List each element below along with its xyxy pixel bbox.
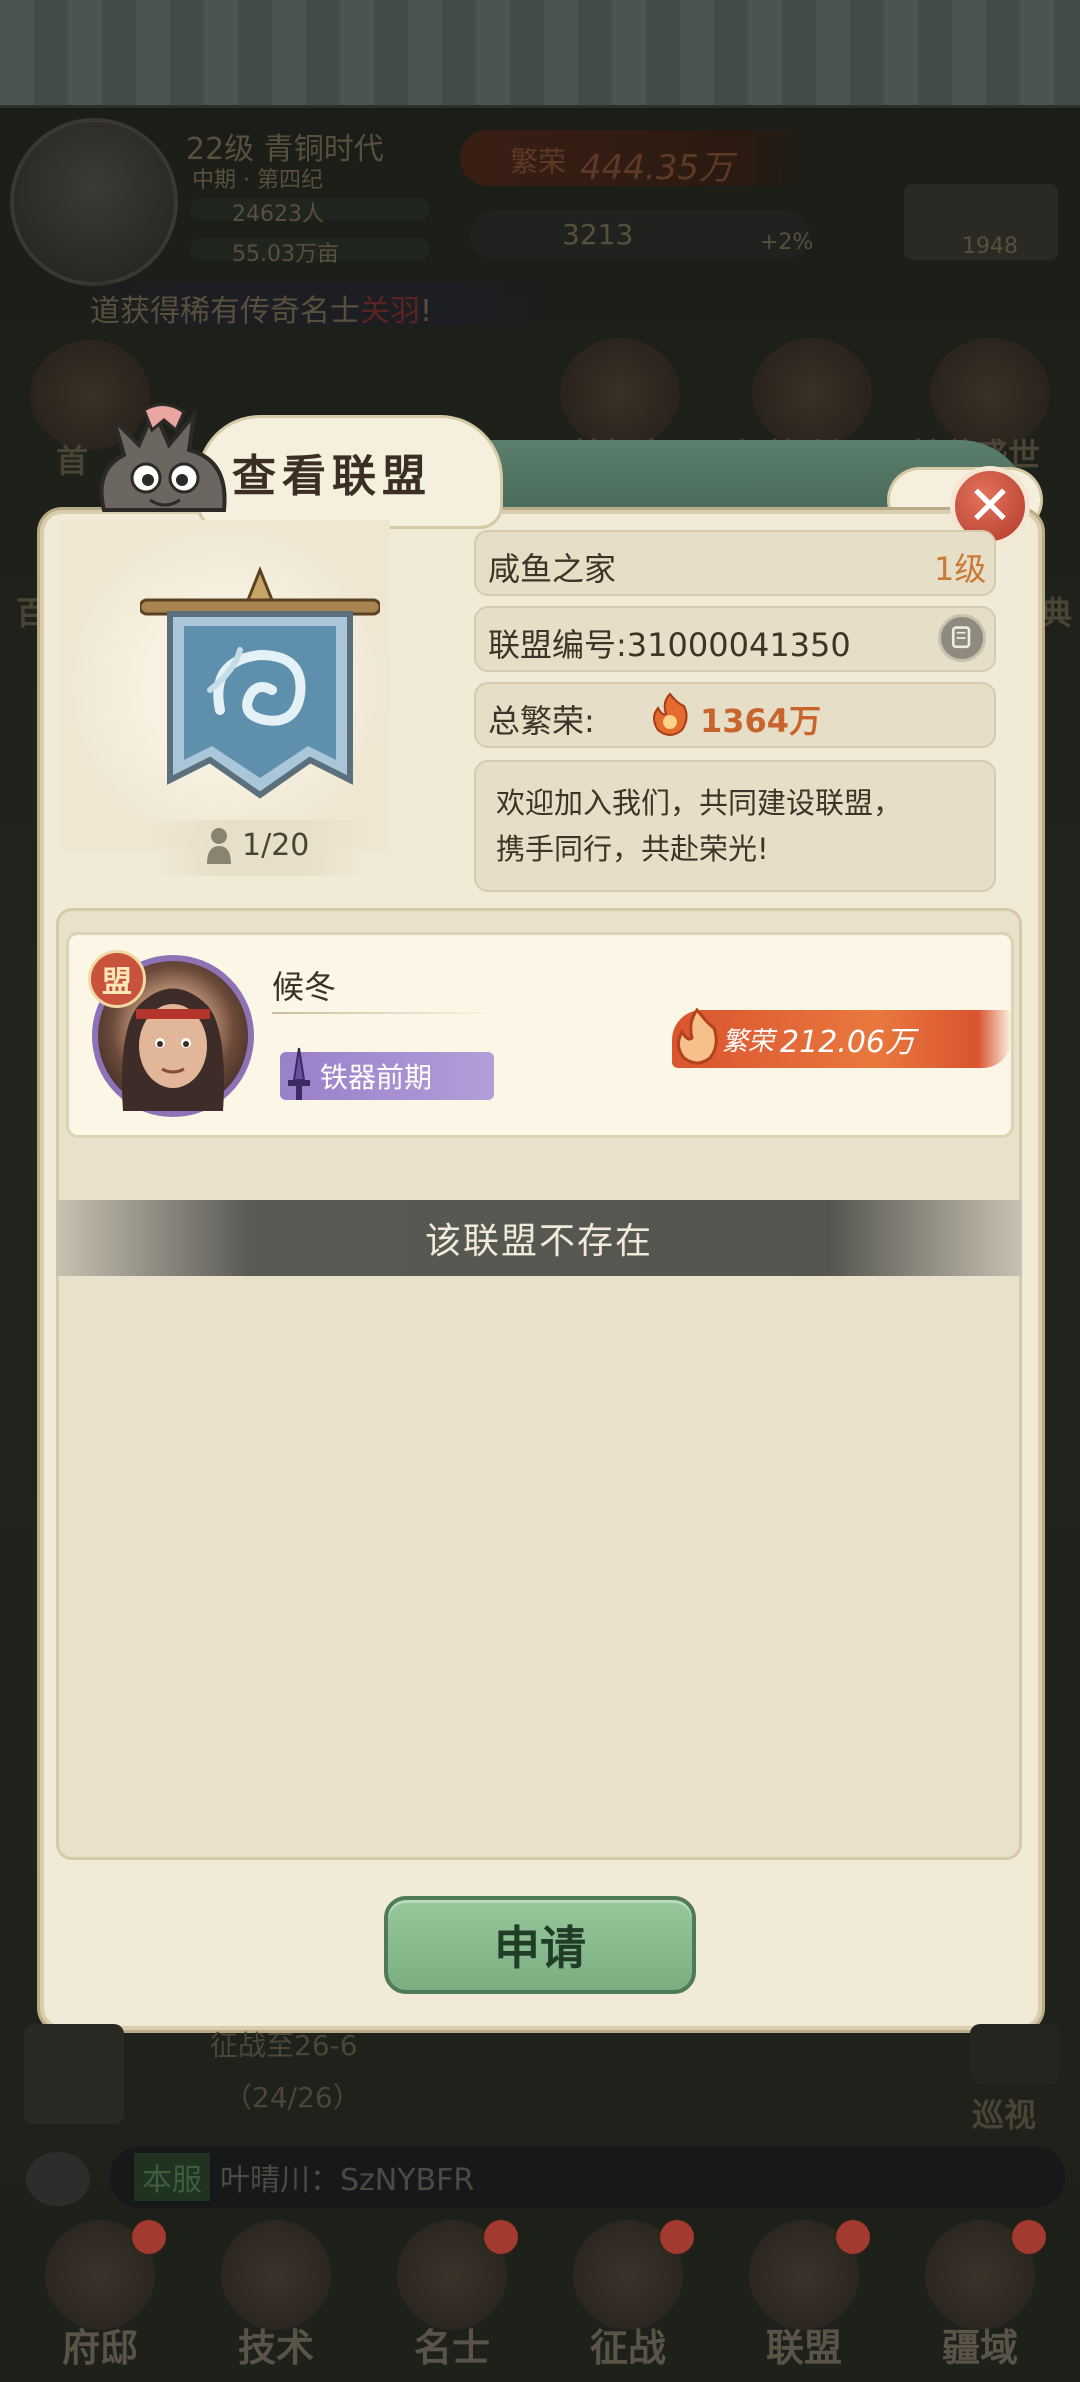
- dragon-mascot-icon: [99, 403, 227, 512]
- resource-bar: [470, 210, 810, 260]
- nav-technology[interactable]: 技术: [196, 2220, 356, 2382]
- notification-dot: [484, 2220, 518, 2254]
- notification-dot: [132, 2220, 166, 2254]
- member-name: 候冬: [272, 968, 337, 1006]
- land-value: 55.03万亩: [232, 242, 339, 267]
- prosperity-value-top: 444.35万: [580, 148, 733, 188]
- patrol-label: 巡视: [972, 2096, 1037, 2134]
- player-avatar[interactable]: [10, 118, 178, 286]
- chat-channel: 本服: [134, 2153, 210, 2201]
- prosperity-flame-icon: [653, 692, 688, 736]
- alliance-id-value: 31000041350: [626, 626, 851, 664]
- chat-bar[interactable]: 本服 叶晴川：SzNYBFR: [110, 2146, 1065, 2208]
- alliance-name: 咸鱼之家: [488, 550, 617, 588]
- member-prosperity-tag: 繁荣 212.06万: [672, 1010, 1012, 1068]
- resource-count: 3213: [562, 218, 634, 251]
- nav-celebrities[interactable]: 名士: [372, 2220, 532, 2382]
- notification-dot: [1012, 2220, 1046, 2254]
- chat-message: 叶晴川：SzNYBFR: [220, 2163, 475, 2198]
- notification-dot: [836, 2220, 870, 2254]
- alliance-motto: 欢迎加入我们，共同建设联盟， 携手同行，共赴荣光!: [474, 760, 996, 892]
- motto-line-1: 欢迎加入我们，共同建设联盟，: [496, 786, 903, 820]
- member-count: 1/20: [242, 828, 310, 863]
- alliance-leader-badge: 盟: [88, 950, 146, 1008]
- broadcast-text: 道获得稀有传奇名士关羽!: [90, 286, 432, 330]
- right-count: 1948: [962, 234, 1018, 259]
- quest-text: 征战至26-6: [210, 2029, 358, 2062]
- member-flame-icon: [677, 1007, 718, 1065]
- patrol-icon[interactable]: [970, 2024, 1060, 2084]
- nav-residence[interactable]: 府邸: [20, 2220, 180, 2382]
- broadcast-hero-name: 关羽: [360, 294, 420, 329]
- broadcast-suffix: !: [420, 294, 433, 329]
- chat-bubble-icon[interactable]: [26, 2152, 90, 2206]
- nav-residence-label: 府邸: [61, 2326, 138, 2370]
- dialog-title: 查看联盟: [232, 451, 432, 502]
- sword-icon: [288, 1047, 310, 1100]
- motto-line-2: 携手同行，共赴荣光!: [496, 832, 769, 866]
- nav-territory[interactable]: 疆域: [900, 2220, 1060, 2382]
- alliance-id-text: 联盟编号:31000041350: [488, 620, 851, 666]
- alliance-level: 1级: [934, 550, 987, 588]
- prosperity-label-top: 繁荣: [510, 145, 567, 178]
- member-person-icon: [207, 828, 231, 864]
- nav-technology-label: 技术: [237, 2326, 314, 2370]
- notification-dot: [660, 2220, 694, 2254]
- population-value: 24623人: [232, 202, 324, 227]
- player-period: 中期 · 第四纪: [192, 168, 323, 193]
- nav-celebrities-label: 名士: [413, 2326, 490, 2370]
- broadcast-prefix: 道获得稀有传奇名士: [90, 294, 360, 329]
- technology-icon: [221, 2220, 331, 2330]
- top-decoration-strip: [0, 0, 1080, 108]
- notice-bar: 该联盟不存在: [56, 1200, 1022, 1276]
- member-prosperity-label: 繁荣: [722, 1026, 775, 1057]
- nav-campaign-label: 征战: [589, 2326, 666, 2370]
- alliance-banner-emblem: [140, 565, 380, 799]
- menu-label-right-edge: 典: [1040, 594, 1073, 632]
- nav-alliance[interactable]: 联盟: [724, 2220, 884, 2382]
- quest-scroll-icon[interactable]: [24, 2024, 124, 2124]
- quest-progress: （24/26）: [224, 2081, 361, 2114]
- name-underline: [272, 1012, 502, 1014]
- nav-alliance-label: 联盟: [765, 2326, 842, 2370]
- alliance-id-label: 联盟编号:: [488, 626, 627, 664]
- notice-text: 该联盟不存在: [424, 1221, 653, 1262]
- close-icon: ✕: [967, 474, 1013, 537]
- member-prosperity-value: 212.06万: [780, 1025, 915, 1060]
- total-prosperity-value: 1364万: [700, 702, 822, 740]
- nav-territory-label: 疆域: [941, 2326, 1018, 2370]
- bonus-text: +2%: [760, 230, 814, 255]
- apply-button[interactable]: 申请: [384, 1896, 696, 1994]
- nav-campaign[interactable]: 征战: [548, 2220, 708, 2382]
- copy-icon[interactable]: [938, 614, 986, 662]
- total-prosperity-label: 总繁荣:: [488, 702, 595, 740]
